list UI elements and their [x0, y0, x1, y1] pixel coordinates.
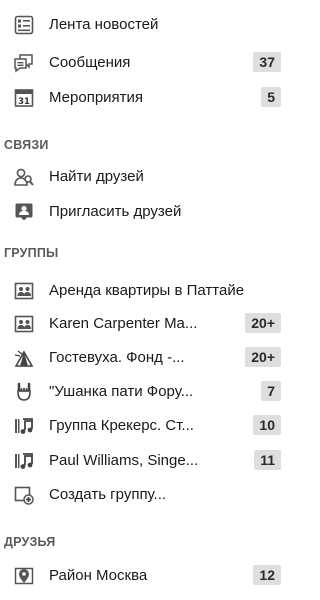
sidebar-item-label: Karen Carpenter Ma...: [49, 315, 198, 332]
count-badge: 20+: [245, 347, 281, 367]
count-badge: 20+: [245, 313, 281, 333]
calendar-icon-number: 31: [18, 97, 30, 107]
sidebar-item-group[interactable]: Paul Williams, Singe... 11: [0, 446, 296, 476]
group-icon: [12, 313, 36, 335]
sidebar-item-label: "Ушанка пати Фору...: [49, 383, 194, 400]
sidebar-item-friends-list[interactable]: Район Москва 12: [0, 561, 296, 591]
sidebar-item-label: Район Москва: [49, 567, 148, 584]
group-icon: [12, 280, 36, 302]
sidebar-item-label: Лента новостей: [49, 16, 159, 33]
sidebar-item-label: Группа Крекерс. Ст...: [49, 417, 194, 434]
sidebar-item-label: Гостевуха. Фонд -...: [49, 349, 185, 366]
sidebar-item-group[interactable]: Аренда квартиры в Паттайе: [0, 276, 296, 306]
sidebar-item-label: Создать группу...: [49, 486, 167, 503]
sidebar-item-group[interactable]: Karen Carpenter Ma... 20+: [0, 309, 296, 339]
rock-hand-icon: [12, 381, 36, 403]
find-friends-icon: [12, 166, 36, 188]
sidebar-item-label: Аренда квартиры в Паттайе: [49, 282, 245, 299]
sidebar-item-label: Сообщения: [49, 54, 131, 71]
music-icon: [12, 415, 36, 437]
location-icon: [12, 565, 36, 587]
section-header-connections: СВЯЗИ: [4, 138, 49, 152]
section-header-friends: ДРУЗЬЯ: [4, 535, 56, 549]
camping-icon: [12, 347, 36, 369]
count-badge: 10: [253, 415, 281, 435]
sidebar-item-label: Найти друзей: [49, 168, 144, 185]
sidebar-item-create-group[interactable]: Создать группу...: [0, 480, 296, 510]
sidebar-item-group[interactable]: Группа Крекерс. Ст... 10: [0, 411, 296, 441]
music-icon: [12, 450, 36, 472]
sidebar-item-label: Мероприятия: [49, 89, 144, 106]
count-badge: 7: [261, 381, 281, 401]
sidebar-item-invite-friends[interactable]: Пригласить друзей: [0, 197, 296, 227]
messages-icon: [12, 52, 36, 74]
news-feed-icon: [12, 14, 36, 36]
sidebar-item-events[interactable]: 31 Мероприятия 5: [0, 83, 296, 113]
invite-friends-icon: [12, 201, 36, 223]
sidebar-item-group[interactable]: "Ушанка пати Фору... 7: [0, 377, 296, 407]
sidebar-menu: Лента новостей Сообщения 37 31 Мероприят…: [0, 0, 296, 600]
count-badge: 11: [254, 450, 281, 470]
create-group-icon: [12, 484, 36, 506]
sidebar-item-label: Пригласить друзей: [49, 203, 182, 220]
sidebar-item-label: Paul Williams, Singe...: [49, 452, 199, 469]
count-badge: 37: [253, 52, 281, 72]
sidebar-item-group[interactable]: Гостевуха. Фонд -... 20+: [0, 343, 296, 373]
calendar-icon: 31: [12, 87, 36, 109]
section-header-groups: ГРУППЫ: [4, 246, 59, 260]
sidebar-item-find-friends[interactable]: Найти друзей: [0, 162, 296, 192]
sidebar-item-messages[interactable]: Сообщения 37: [0, 48, 296, 78]
count-badge: 12: [253, 565, 281, 585]
count-badge: 5: [261, 87, 281, 107]
sidebar-item-news-feed[interactable]: Лента новостей: [0, 10, 296, 40]
